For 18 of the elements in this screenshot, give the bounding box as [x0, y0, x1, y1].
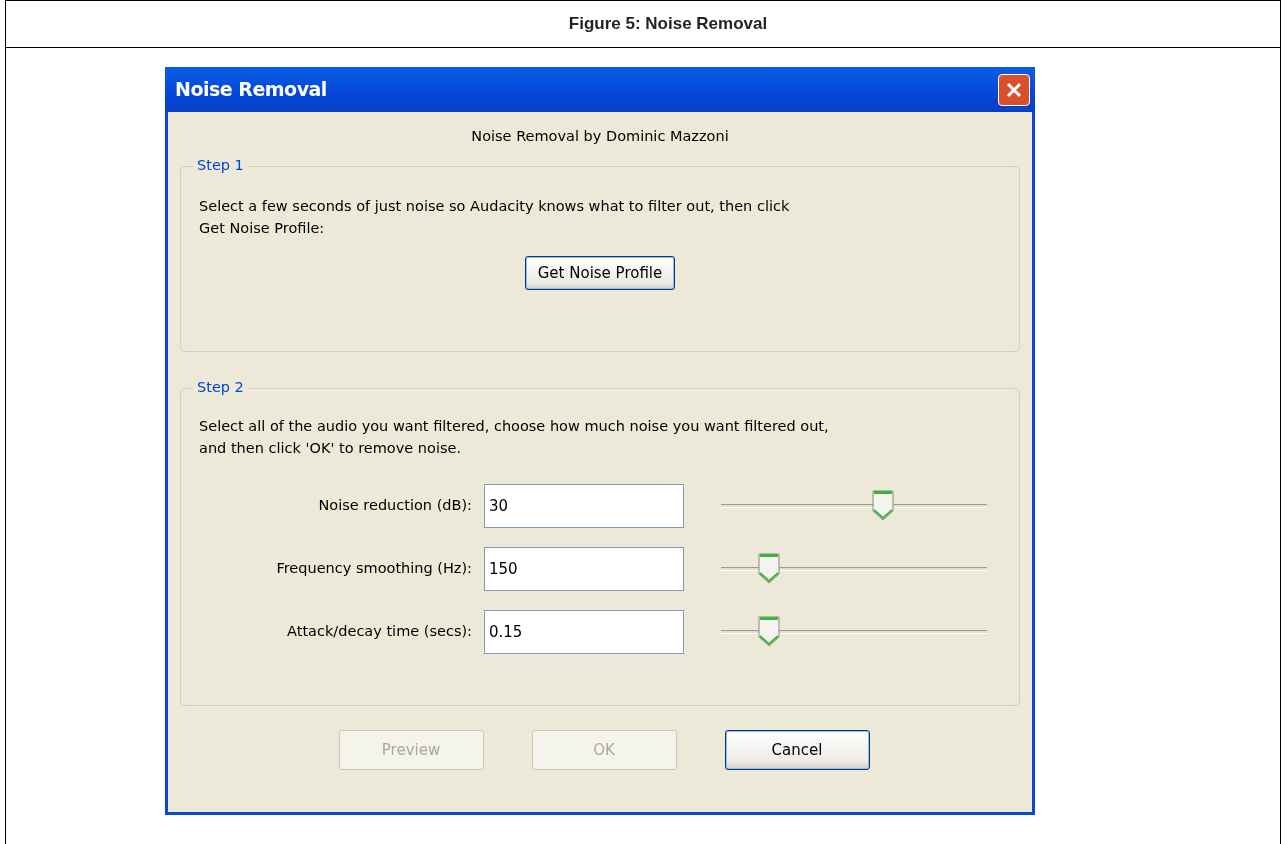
value-field[interactable]: 150 — [484, 546, 684, 591]
slider-thumb[interactable] — [872, 488, 895, 521]
window-title: Noise Removal — [175, 77, 327, 103]
get-noise-profile-button[interactable]: Get Noise Profile — [524, 255, 676, 291]
setting-label: Attack/decay time (secs): — [286, 621, 473, 641]
setting-label: Frequency smoothing (Hz): — [275, 558, 473, 578]
dialog-subtitle: Noise Removal by Dominic Mazzoni — [470, 127, 730, 146]
instruction-text: Select a few seconds of just noise so Audacity knows what to filter out, then click Get Noise Profile: — [199, 196, 791, 239]
close-button[interactable] — [998, 73, 1030, 106]
value-field[interactable]: 0.15 — [484, 609, 684, 654]
setting-label: Noise reduction (dB): — [317, 495, 473, 515]
close-icon — [1005, 80, 1023, 99]
dialog-button[interactable]: Cancel — [724, 729, 870, 770]
figure-caption: Figure 5: Noise Removal — [568, 13, 768, 36]
value-field[interactable]: 30 — [484, 483, 684, 528]
slider-thumb[interactable] — [757, 614, 780, 647]
instruction-text: Select all of the audio you want filtered, choose how much noise you want filtered out, and then click 'OK' to remove noise. — [199, 416, 830, 459]
slider-thumb[interactable] — [757, 551, 780, 584]
